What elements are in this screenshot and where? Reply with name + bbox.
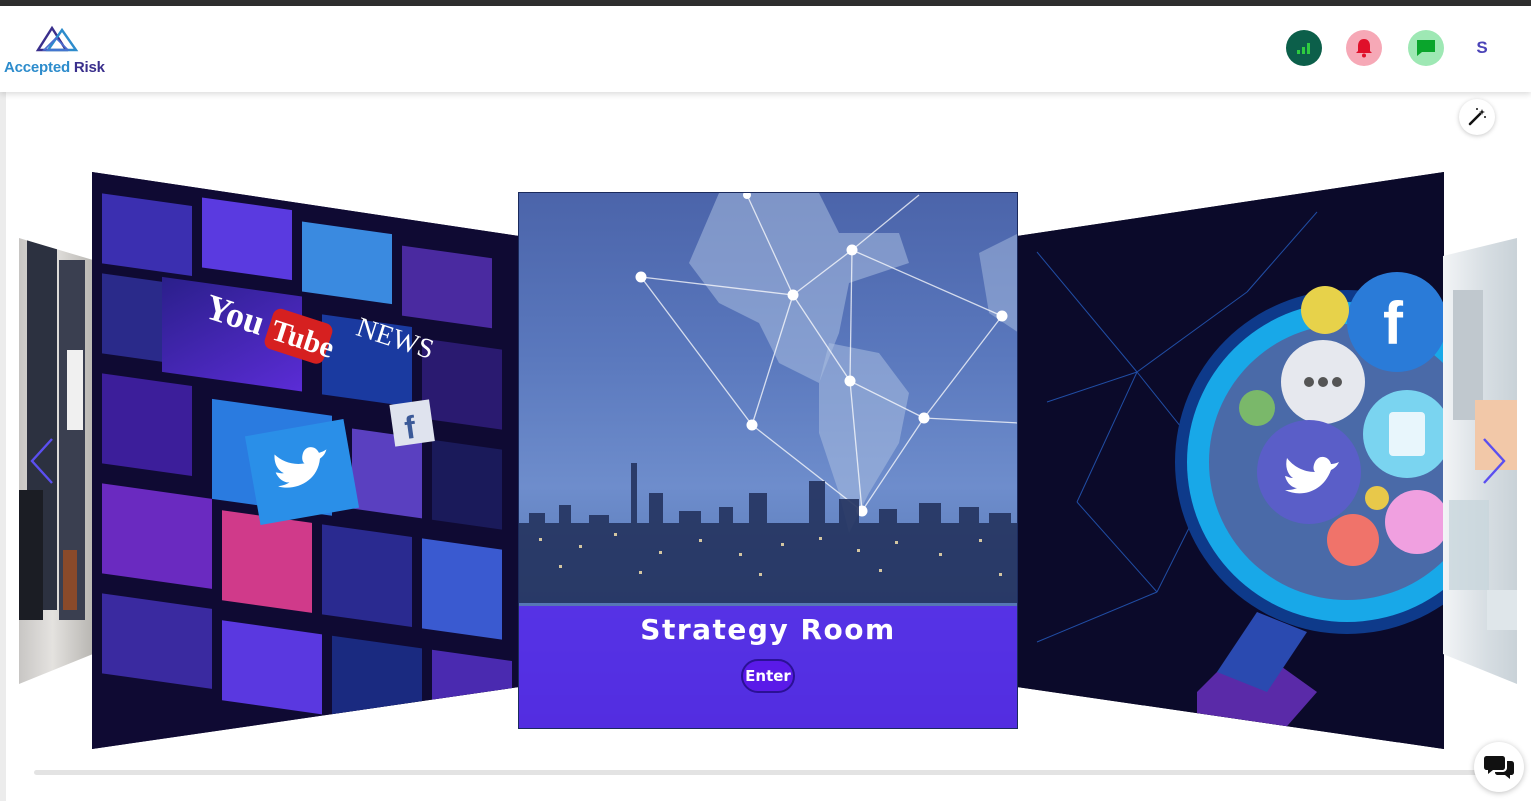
carousel-prev-button[interactable] — [28, 436, 56, 486]
slide-title: Strategy Room — [640, 613, 896, 646]
chat-icon — [1417, 40, 1435, 56]
logo-word-risk: Risk — [73, 59, 105, 76]
carousel-slide-left[interactable]: You Tube NEWS f — [92, 172, 519, 749]
notifications-button[interactable] — [1346, 30, 1382, 66]
carousel-slide-center[interactable]: Strategy Room Enter — [518, 192, 1018, 729]
chevron-left-icon — [30, 438, 53, 484]
bell-icon — [1356, 39, 1372, 58]
svg-text:f: f — [1383, 290, 1404, 357]
magic-wand-button[interactable] — [1459, 99, 1495, 135]
stats-button[interactable] — [1286, 30, 1322, 66]
carousel-slide-right[interactable]: f — [1017, 172, 1444, 749]
social-magnifier-image: f — [1017, 172, 1444, 749]
left-divider — [0, 92, 6, 801]
enter-button[interactable]: Enter — [741, 659, 795, 693]
media-wall-image: You Tube NEWS f — [92, 172, 519, 749]
chevron-right-icon — [1483, 438, 1506, 484]
carousel-scrollbar[interactable] — [34, 770, 1494, 775]
magic-wand-icon — [1468, 108, 1486, 126]
stats-icon — [1297, 43, 1310, 54]
logo[interactable]: Accepted Risk — [4, 22, 114, 82]
chat-bubbles-icon — [1484, 756, 1514, 779]
logo-word-accepted: Accepted — [4, 59, 70, 76]
carousel-next-button[interactable] — [1480, 436, 1508, 486]
logo-mark-icon — [35, 25, 79, 52]
chat-support-button[interactable] — [1474, 742, 1524, 792]
avatar[interactable]: S — [1464, 30, 1500, 66]
header: Accepted Risk S — [0, 6, 1531, 92]
logo-text: Accepted Risk — [4, 59, 105, 76]
messages-button[interactable] — [1408, 30, 1444, 66]
